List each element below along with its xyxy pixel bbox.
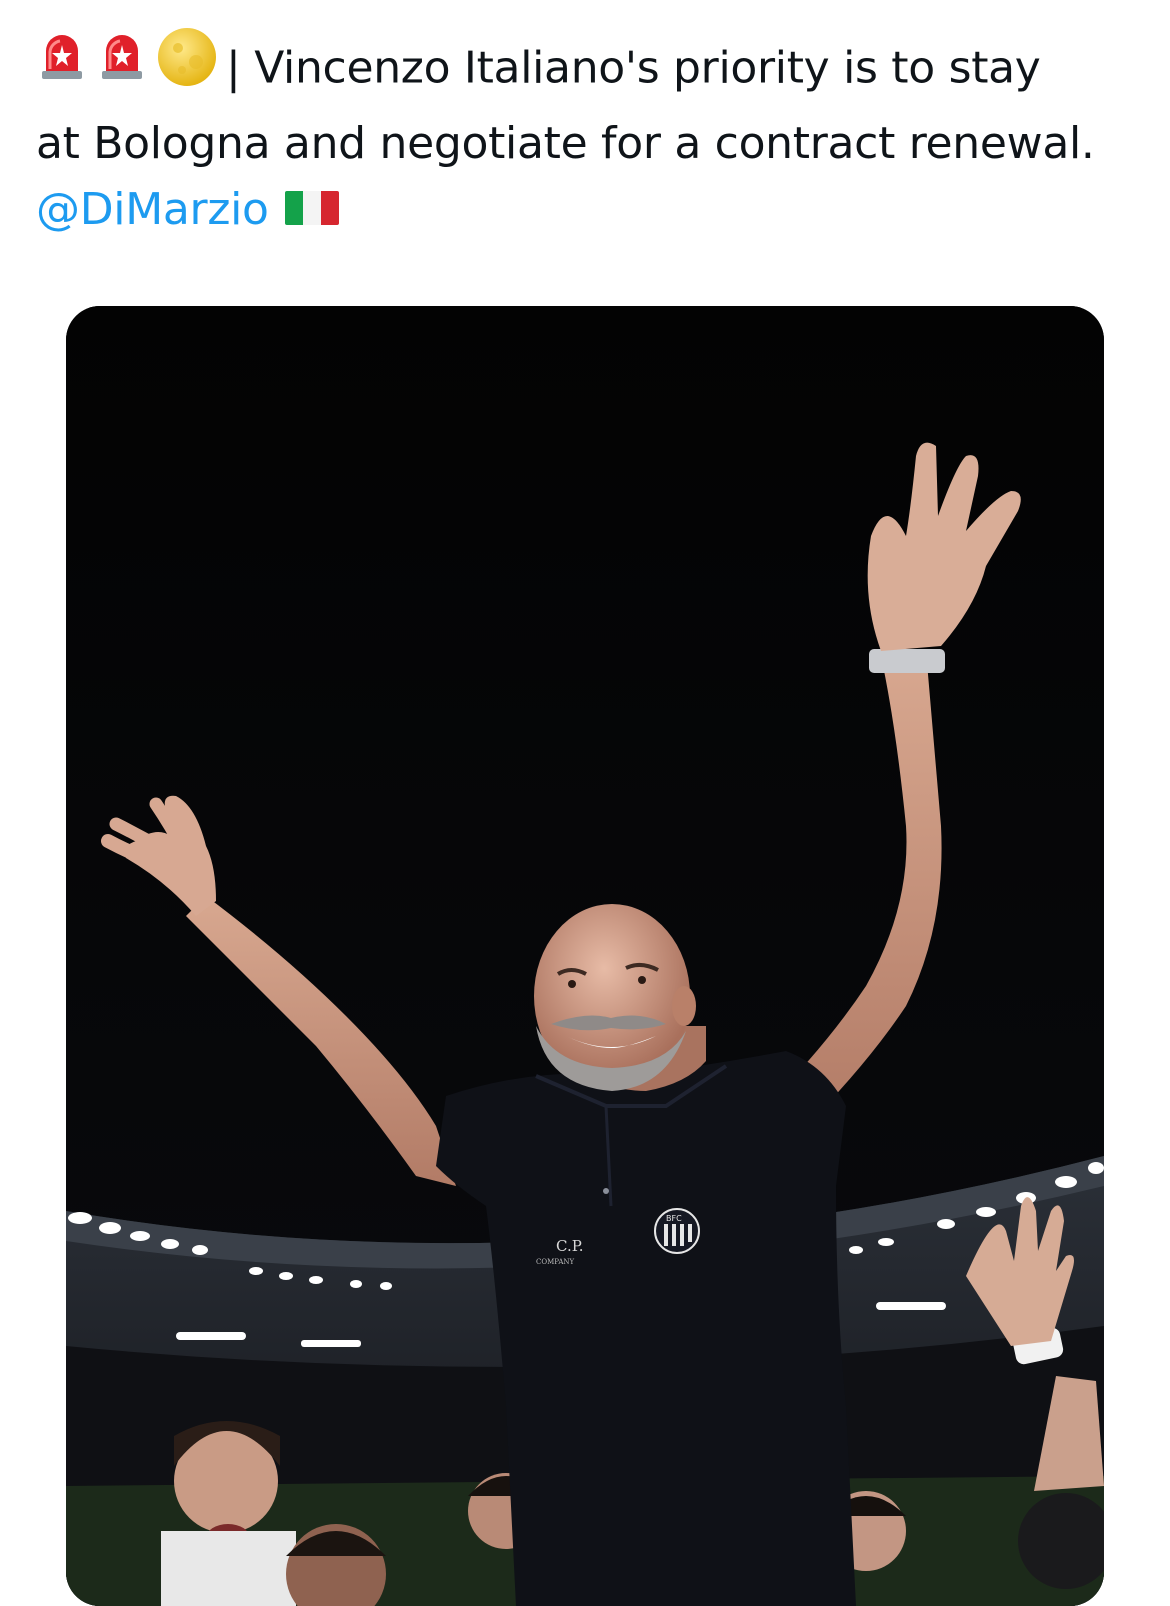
tweet-line-2: at Bologna and negotiate for a contract … [36, 118, 1095, 169]
tweet-text: | Vincenzo Italiano's priority is to sta… [36, 28, 1146, 243]
polo-logo-text: C.P. [556, 1237, 584, 1255]
crest-text: BFC [666, 1214, 682, 1223]
full-moon-icon [156, 26, 218, 107]
wristwatch [869, 649, 945, 673]
rotating-light-icon [36, 31, 88, 102]
italy-flag-icon [284, 191, 339, 225]
tweet-photo[interactable]: C.P. COMPANY BFC [66, 306, 1104, 1606]
tweet-line-1: | Vincenzo Italiano's priority is to sta… [36, 28, 1146, 111]
tweet-text-line-1: | Vincenzo Italiano's priority is to sta… [226, 42, 1041, 94]
bologna-crest-icon: BFC [654, 1208, 700, 1254]
polo-logo-subtext: COMPANY [536, 1258, 575, 1266]
photo-scene: C.P. COMPANY BFC [66, 306, 1104, 1606]
mention-link[interactable]: @DiMarzio [36, 184, 269, 235]
tweet-line-3: @DiMarzio [36, 177, 1146, 243]
rotating-light-icon [96, 31, 148, 102]
